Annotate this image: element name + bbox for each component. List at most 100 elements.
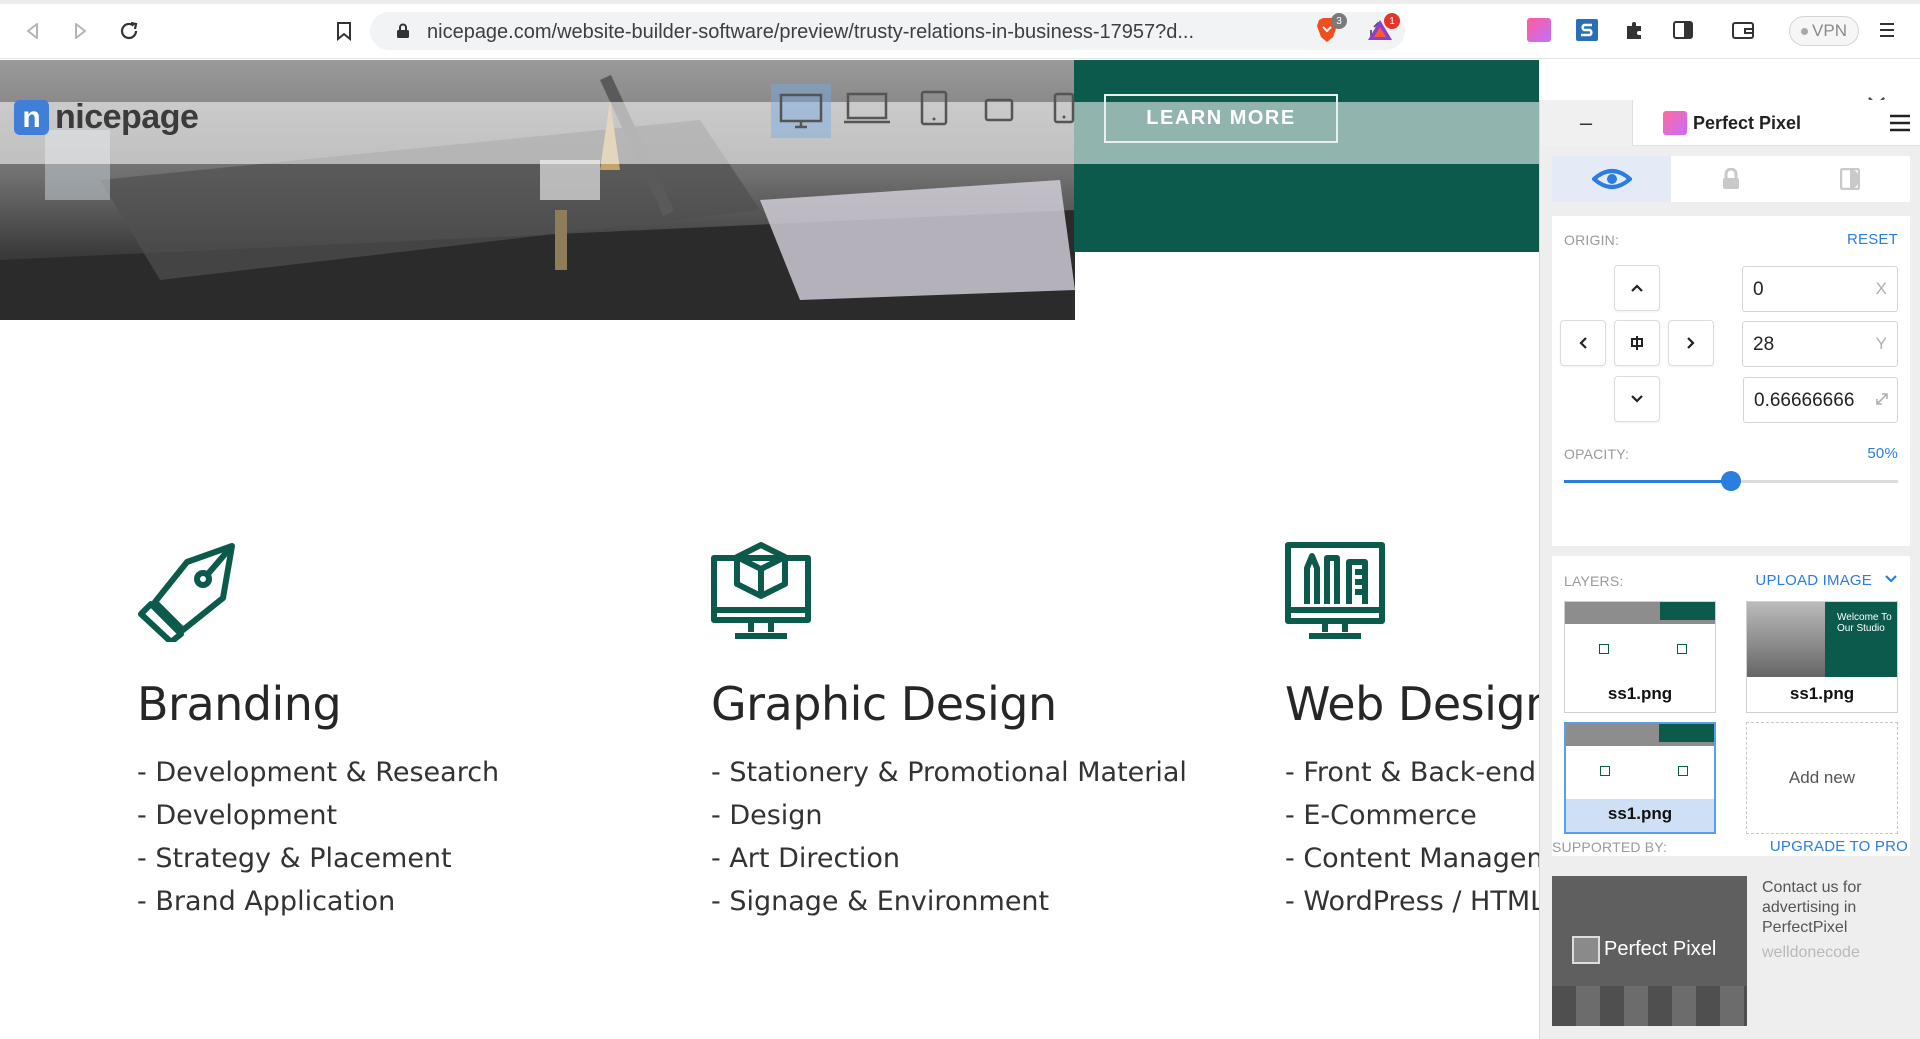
- service-item: - Design: [711, 800, 823, 831]
- bookmark-button[interactable]: [327, 14, 361, 48]
- move-up-button[interactable]: [1614, 265, 1660, 311]
- perfect-pixel-extension-button[interactable]: [1525, 16, 1553, 44]
- layer-thumbnail[interactable]: ss1.png: [1564, 601, 1716, 713]
- tablet-landscape-icon: [984, 98, 1014, 122]
- center-button[interactable]: [1614, 320, 1660, 366]
- ad-source[interactable]: welldonecode: [1762, 944, 1860, 962]
- origin-x-value: 0: [1753, 279, 1764, 300]
- reset-link[interactable]: RESET: [1847, 231, 1898, 248]
- opacity-slider-fill: [1564, 480, 1731, 483]
- supported-by-label: SUPPORTED BY:: [1552, 839, 1668, 855]
- chevron-down-icon[interactable]: [1884, 574, 1898, 584]
- service-title: Graphic Design: [711, 677, 1057, 731]
- vpn-button[interactable]: VPN: [1789, 16, 1859, 46]
- service-item: - Signage & Environment: [711, 886, 1050, 917]
- layer-name: ss1.png: [1789, 684, 1855, 703]
- forward-button[interactable]: [63, 14, 97, 48]
- pp-origin-card: ORIGIN: RESET 0 X 28 Y 0.66666666 OPACIT…: [1552, 216, 1910, 546]
- chevron-up-icon: [1631, 284, 1643, 292]
- extension-s-button[interactable]: [1573, 16, 1601, 44]
- browser-menu-button[interactable]: [1873, 16, 1901, 44]
- scale-input[interactable]: 0.66666666: [1743, 377, 1898, 423]
- brave-rewards-button[interactable]: 1: [1366, 13, 1400, 44]
- origin-x-suffix: X: [1875, 279, 1887, 298]
- service-list: - Development & Research - Development -…: [137, 751, 657, 923]
- pp-header: – Perfect Pixel: [1540, 100, 1920, 146]
- perfect-pixel-panel: – Perfect Pixel ORIGIN: RESET 0 X 28 Y 0…: [1539, 100, 1920, 1039]
- reload-button[interactable]: [112, 14, 146, 48]
- service-item: - WordPress / HTML5: [1285, 886, 1539, 917]
- origin-y-input[interactable]: 28 Y: [1742, 321, 1898, 367]
- pp-title: Perfect Pixel: [1663, 111, 1801, 135]
- move-left-button[interactable]: [1560, 320, 1606, 366]
- device-desktop-button[interactable]: [771, 84, 831, 138]
- move-down-button[interactable]: [1614, 376, 1660, 422]
- opacity-slider-knob[interactable]: [1721, 471, 1741, 491]
- eye-icon: [1591, 169, 1632, 189]
- pp-title-text: Perfect Pixel: [1693, 112, 1802, 133]
- layer-thumbnail[interactable]: Welcome To Our Studio ss1.png: [1746, 601, 1898, 713]
- pp-invert-tab[interactable]: [1791, 156, 1910, 202]
- learn-more-button[interactable]: LEARN MORE: [1104, 94, 1338, 143]
- upgrade-to-pro-link[interactable]: UPGRADE TO PRO: [1770, 838, 1908, 855]
- s-extension-icon: [1576, 19, 1598, 41]
- pp-minimize-button[interactable]: –: [1540, 100, 1633, 146]
- service-item: - Strategy & Placement: [137, 843, 452, 874]
- service-item: - E-Commerce: [1285, 800, 1477, 831]
- opacity-value: 50%: [1867, 445, 1898, 462]
- service-item: - Development & Research: [137, 757, 500, 788]
- pp-menu-icon[interactable]: [1889, 112, 1911, 134]
- wallet-button[interactable]: [1729, 16, 1757, 44]
- pp-visibility-tab[interactable]: [1552, 156, 1672, 202]
- service-column-branding: Branding - Development & Research - Deve…: [137, 542, 657, 923]
- layer-name: ss1.png: [1607, 684, 1673, 703]
- device-tablet-landscape-button[interactable]: [984, 98, 1014, 127]
- vpn-status-dot-icon: [1801, 27, 1809, 35]
- sidebar-icon: [1673, 21, 1693, 39]
- bookmark-icon: [337, 22, 351, 41]
- resize-icon: [1876, 393, 1888, 405]
- puzzle-icon: [1627, 22, 1641, 39]
- origin-x-input[interactable]: 0 X: [1742, 266, 1898, 312]
- chevron-right-icon: [1687, 337, 1695, 349]
- lock-icon: [397, 23, 409, 38]
- perfect-pixel-logo-icon: [1663, 111, 1687, 135]
- wallet-icon: [1732, 22, 1754, 39]
- pp-lock-tab[interactable]: [1671, 156, 1790, 202]
- service-item: - Front & Back-end: [1285, 757, 1536, 788]
- service-item: - Art Direction: [711, 843, 901, 874]
- layer-thumbnail-selected[interactable]: ss1.png: [1564, 722, 1716, 834]
- pen-nib-icon: [138, 543, 235, 645]
- extensions-button[interactable]: [1621, 16, 1649, 44]
- opacity-label: OPACITY:: [1564, 446, 1630, 462]
- service-column-graphic-design: Graphic Design - Stationery & Promotiona…: [711, 542, 1231, 923]
- nicepage-logo-text: nicepage: [55, 98, 199, 136]
- forward-icon: [75, 23, 86, 39]
- thumb-icon: [1677, 644, 1687, 654]
- upload-image-link[interactable]: UPLOAD IMAGE: [1755, 572, 1872, 589]
- ad-logo-icon: [1572, 936, 1600, 964]
- brave-shields-button[interactable]: 3: [1313, 13, 1347, 44]
- service-title: Branding: [137, 677, 342, 731]
- device-phone-button[interactable]: [1053, 92, 1075, 129]
- back-button[interactable]: [16, 14, 50, 48]
- service-list: - Stationery & Promotional Material - De…: [711, 751, 1231, 923]
- pp-mode-tabs: [1552, 156, 1910, 202]
- service-item: - Content Manageme: [1285, 843, 1539, 874]
- device-tablet-button[interactable]: [920, 90, 948, 131]
- desktop-icon: [779, 93, 823, 129]
- chevron-left-icon: [1579, 337, 1587, 349]
- back-icon: [27, 23, 38, 39]
- origin-label: ORIGIN:: [1564, 232, 1620, 248]
- sidebar-toggle-button[interactable]: [1669, 16, 1697, 44]
- add-new-layer-button[interactable]: Add new: [1746, 722, 1898, 834]
- address-bar[interactable]: nicepage.com/website-builder-software/pr…: [370, 12, 1405, 50]
- ad-banner[interactable]: Perfect Pixel: [1552, 876, 1747, 1026]
- nicepage-logo[interactable]: n nicepage: [14, 98, 199, 137]
- pp-layers-card: LAYERS: UPLOAD IMAGE ss1.png Welcome To …: [1552, 556, 1910, 856]
- move-right-button[interactable]: [1668, 320, 1714, 366]
- ad-description[interactable]: Contact us for advertising in PerfectPix…: [1762, 878, 1912, 938]
- layers-label: LAYERS:: [1564, 573, 1624, 589]
- opacity-slider[interactable]: [1564, 471, 1898, 491]
- device-laptop-button[interactable]: [843, 92, 891, 129]
